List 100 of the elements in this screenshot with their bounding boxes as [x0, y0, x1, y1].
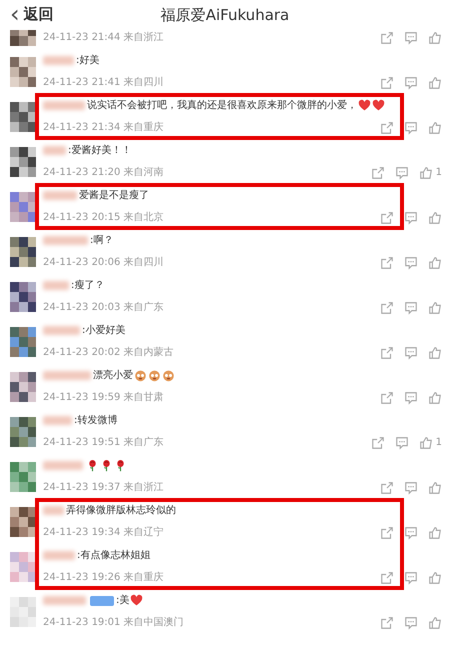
- like-icon: [428, 526, 442, 540]
- comment-button[interactable]: [404, 616, 418, 630]
- comment-icon: [404, 256, 418, 270]
- share-button[interactable]: [380, 76, 394, 90]
- like-button[interactable]: [428, 526, 442, 540]
- like-button[interactable]: [428, 346, 442, 360]
- like-button[interactable]: [428, 616, 442, 630]
- like-icon: [428, 121, 442, 135]
- share-icon: [380, 76, 394, 90]
- comment-meta: 24-11-23 20:03 来自广东: [43, 300, 164, 315]
- share-icon: [380, 346, 394, 360]
- like-button[interactable]: [428, 121, 442, 135]
- share-button[interactable]: [380, 526, 394, 540]
- blurred-name: [43, 281, 69, 290]
- blurred-name: [43, 236, 88, 245]
- like-count: 1: [436, 166, 442, 180]
- comment-text: :好美: [76, 54, 100, 68]
- share-button[interactable]: [380, 301, 394, 315]
- comment-icon: [404, 391, 418, 405]
- share-icon: [380, 391, 394, 405]
- like-button[interactable]: 1: [418, 165, 442, 180]
- face-icon: [148, 369, 161, 382]
- comment-text: 漂亮小爱: [93, 368, 133, 383]
- share-button[interactable]: [380, 481, 394, 495]
- blurred-name: [43, 371, 91, 380]
- blurred-name: [43, 146, 66, 155]
- share-icon: [380, 481, 394, 495]
- share-button[interactable]: [380, 391, 394, 405]
- like-icon: [428, 301, 442, 315]
- comment-text: :有点像志林姐姐: [77, 548, 150, 563]
- comment-meta: 24-11-23 19:01 来自中国澳门: [43, 616, 184, 630]
- comment-button[interactable]: [404, 211, 418, 225]
- comment-icon: [404, 616, 418, 630]
- comment-button[interactable]: [404, 571, 418, 585]
- comment-button[interactable]: [404, 481, 418, 495]
- comment-button[interactable]: [404, 526, 418, 540]
- blurred-name: [43, 191, 77, 200]
- blurred-name: [43, 551, 75, 560]
- blurred-name: [43, 101, 85, 110]
- blurred-name: [43, 461, 83, 470]
- comment-button[interactable]: [404, 256, 418, 270]
- comment-text: :瘦了？: [71, 278, 104, 293]
- share-button[interactable]: [380, 346, 394, 360]
- like-icon: [418, 166, 433, 180]
- comment-meta: 24-11-23 19:51 来自广东: [43, 436, 164, 450]
- heart-icon: [372, 99, 385, 112]
- share-button[interactable]: [380, 571, 394, 585]
- comment-button[interactable]: [394, 436, 409, 450]
- comment-text: 爱酱是不是瘦了: [79, 188, 149, 203]
- blurred-name: [43, 596, 86, 605]
- like-button[interactable]: [428, 571, 442, 585]
- comment-text: :转发微博: [74, 414, 118, 428]
- comment-icon: [404, 31, 418, 45]
- comment-button[interactable]: [404, 121, 418, 135]
- share-icon: [370, 436, 385, 450]
- comment-button[interactable]: [394, 166, 409, 180]
- like-icon: [428, 76, 442, 90]
- like-icon: [418, 436, 433, 450]
- comment-icon: [404, 526, 418, 540]
- back-button[interactable]: ‹ 返回: [8, 2, 56, 26]
- comment-button[interactable]: [404, 301, 418, 315]
- comment-meta: 24-11-23 21:34 来自重庆: [43, 120, 164, 135]
- like-icon: [428, 211, 442, 225]
- comment-meta: 24-11-23 21:41 来自四川: [43, 76, 164, 90]
- share-icon: [380, 211, 394, 225]
- comment-icon: [394, 436, 409, 450]
- like-button[interactable]: [428, 76, 442, 90]
- like-button[interactable]: [428, 256, 442, 270]
- share-icon: [380, 31, 394, 45]
- share-button[interactable]: [380, 121, 394, 135]
- share-icon: [380, 121, 394, 135]
- blurred-name: [43, 326, 80, 335]
- share-button[interactable]: [370, 436, 385, 450]
- comment-button[interactable]: [404, 346, 418, 360]
- like-button[interactable]: [428, 301, 442, 315]
- share-icon: [380, 301, 394, 315]
- share-button[interactable]: [380, 211, 394, 225]
- comment-text: 说实话不会被打吧，我真的还是很喜欢原来那个微胖的小爱，: [87, 98, 357, 113]
- comment-icon: [404, 211, 418, 225]
- comment-icon: [404, 76, 418, 90]
- like-button[interactable]: [428, 211, 442, 225]
- like-button[interactable]: [428, 31, 442, 45]
- like-icon: [428, 391, 442, 405]
- comment-icon: [404, 346, 418, 360]
- like-button[interactable]: 1: [418, 435, 442, 450]
- like-button[interactable]: [428, 391, 442, 405]
- share-button[interactable]: [380, 31, 394, 45]
- share-icon: [370, 166, 385, 180]
- comment-meta: 24-11-23 19:37 来自浙江: [43, 480, 164, 495]
- like-button[interactable]: [428, 481, 442, 495]
- share-icon: [380, 571, 394, 585]
- blurred-name: [43, 416, 72, 425]
- comment-button[interactable]: [404, 76, 418, 90]
- comment-meta: 24-11-23 20:06 来自四川: [43, 256, 164, 270]
- comment-button[interactable]: [404, 391, 418, 405]
- comment-button[interactable]: [404, 31, 418, 45]
- share-button[interactable]: [380, 616, 394, 630]
- share-button[interactable]: [370, 166, 385, 180]
- share-button[interactable]: [380, 256, 394, 270]
- blurred-name: [43, 56, 74, 65]
